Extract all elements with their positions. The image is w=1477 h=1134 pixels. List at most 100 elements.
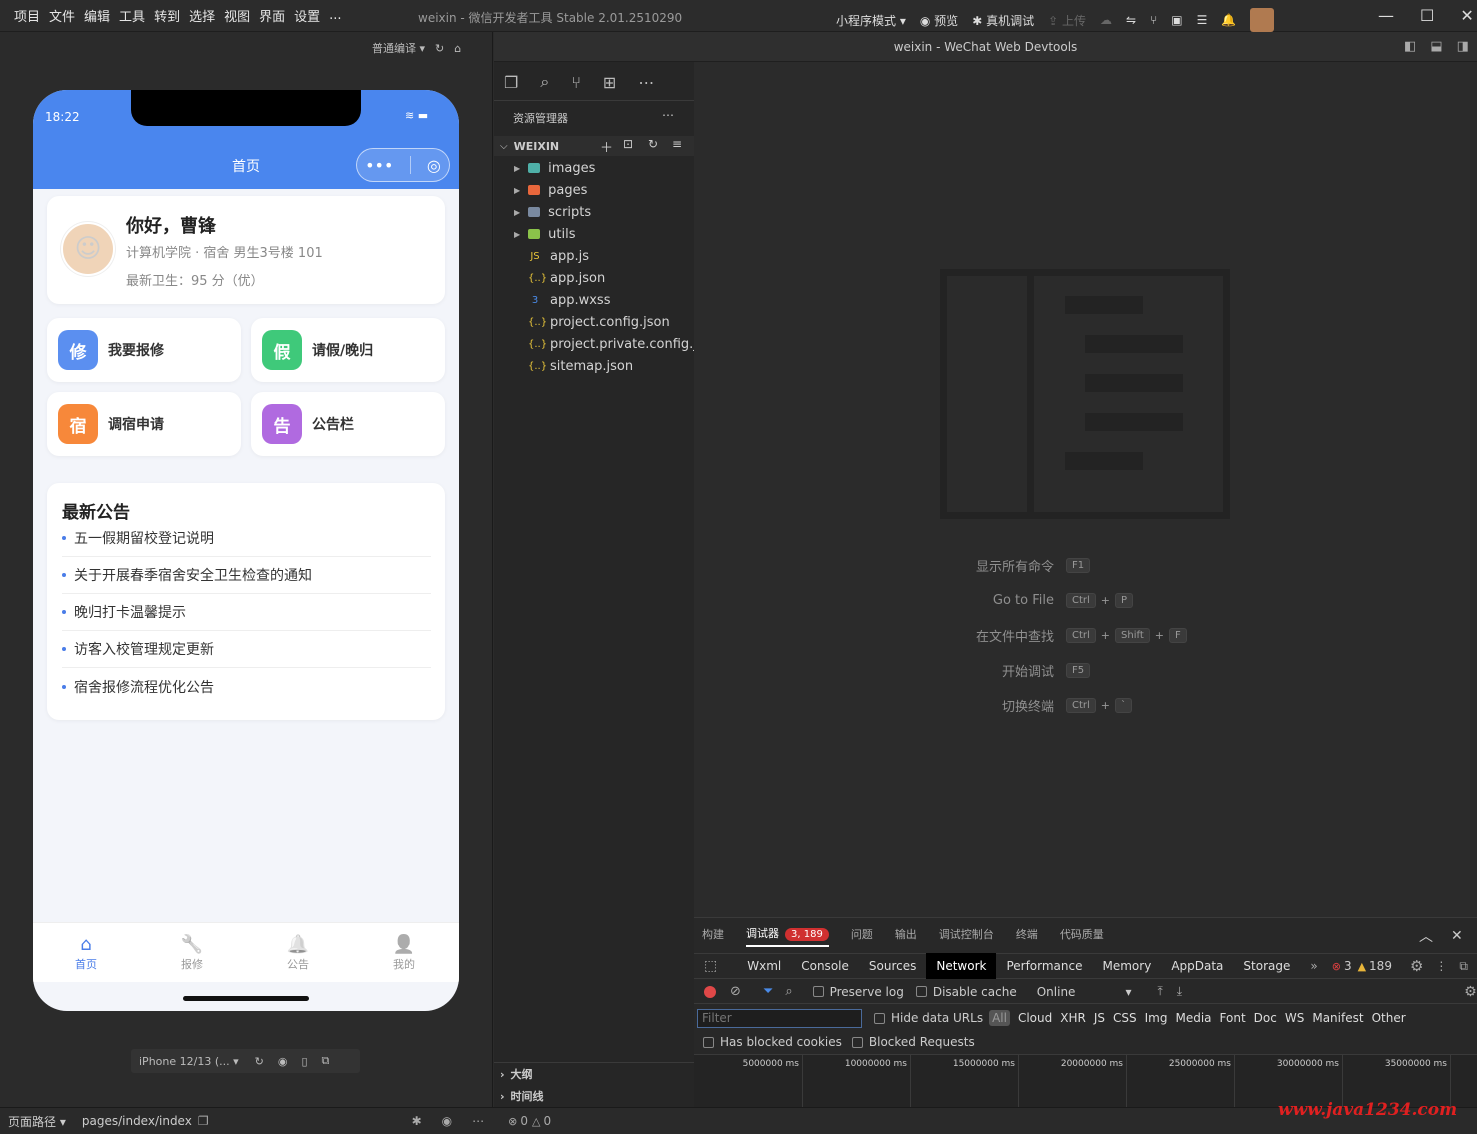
layout-icon[interactable]: ▣ <box>1171 13 1182 27</box>
menu-item[interactable]: 设置 <box>294 6 320 25</box>
quick-action-card[interactable]: 宿调宿申请 <box>47 392 241 456</box>
error-count[interactable]: 3 <box>1344 959 1352 973</box>
tab-notice[interactable]: 🔔 公告 <box>245 934 351 972</box>
files-icon[interactable]: ❐ <box>504 73 518 92</box>
collapse-all-icon[interactable]: ≡ <box>672 137 682 151</box>
eye-icon[interactable]: ◉ <box>442 1114 452 1128</box>
device-dropdown[interactable]: iPhone 12/13 (... ▾ <box>139 1055 239 1068</box>
rotate-icon[interactable]: ↻ <box>255 1055 264 1068</box>
clear-cache-icon[interactable]: ⌂ <box>454 42 461 55</box>
minimize-icon[interactable]: — <box>1378 6 1394 25</box>
type-filter-manifest[interactable]: Manifest <box>1312 1011 1363 1025</box>
quick-action-card[interactable]: 假请假/晚归 <box>251 318 445 382</box>
notice-item[interactable]: 访客入校管理规定更新 <box>62 631 431 668</box>
quick-action-card[interactable]: 告公告栏 <box>251 392 445 456</box>
toggle-right-icon[interactable]: ◨ <box>1457 39 1469 54</box>
status-warning-count[interactable]: 0 <box>543 1114 551 1128</box>
more-dots-icon[interactable]: ••• <box>365 156 393 175</box>
phone-icon[interactable]: ▯ <box>301 1055 307 1068</box>
explorer-more-icon[interactable]: ⋯ <box>662 108 674 122</box>
toggle-sidebar-icon[interactable]: ◧ <box>1404 39 1416 54</box>
filter-input[interactable] <box>697 1008 862 1028</box>
record-icon[interactable]: ◉ <box>278 1055 288 1068</box>
devtools-top-tab[interactable]: 调试控制台 <box>939 926 994 946</box>
menu-item[interactable]: 编辑 <box>84 6 110 25</box>
tab-home[interactable]: ⌂ 首页 <box>33 934 139 972</box>
panel-tab-network[interactable]: Network <box>926 953 997 979</box>
type-filter-cloud[interactable]: Cloud <box>1018 1011 1052 1025</box>
inspect-icon[interactable]: ⬚ <box>704 958 717 974</box>
folder-item[interactable]: ▶ utils <box>494 223 694 245</box>
menu-item[interactable]: 项目 <box>14 6 40 25</box>
panel-tab-memory[interactable]: Memory <box>1093 953 1162 979</box>
type-filter-ws[interactable]: WS <box>1285 1011 1304 1025</box>
menu-item[interactable]: 转到 <box>154 6 180 25</box>
file-item[interactable]: {..} app.json <box>494 267 694 289</box>
window-icon[interactable]: ⧉ <box>322 1054 330 1068</box>
notice-item[interactable]: 宿舍报修流程优化公告 <box>62 668 431 705</box>
mode-dropdown[interactable]: 小程序模式 ▾ <box>836 12 906 29</box>
devtools-top-tab[interactable]: 输出 <box>895 926 917 946</box>
settings-gear-icon[interactable]: ⚙ <box>1410 957 1423 975</box>
panel-tab-sources[interactable]: Sources <box>859 953 926 979</box>
has-blocked-cookies-checkbox[interactable] <box>703 1036 714 1048</box>
menu-item[interactable]: ... <box>329 8 341 23</box>
warning-count[interactable]: 189 <box>1369 959 1392 973</box>
folder-item[interactable]: ▶ pages <box>494 179 694 201</box>
workspace-root[interactable]: WEIXIN <box>514 140 560 153</box>
panel-tab-console[interactable]: Console <box>791 953 859 979</box>
type-filter-xhr[interactable]: XHR <box>1060 1011 1086 1025</box>
copy-icon[interactable]: ❐ <box>198 1114 209 1128</box>
file-item[interactable]: 3 app.wxss <box>494 289 694 311</box>
search-icon[interactable]: ⌕ <box>540 72 549 92</box>
status-error-count[interactable]: 0 <box>520 1114 528 1128</box>
branch-icon[interactable]: ⑂ <box>1150 13 1157 27</box>
cloud-icon[interactable]: ☁ <box>1100 13 1112 27</box>
preserve-log-checkbox[interactable] <box>812 986 824 997</box>
export-har-icon[interactable]: ⤓ <box>1177 984 1182 999</box>
kebab-icon[interactable]: ⋮ <box>1435 959 1447 973</box>
devtools-top-tab[interactable]: 问题 <box>851 926 873 946</box>
disable-cache-checkbox[interactable] <box>915 986 927 997</box>
folder-item[interactable]: ▶ images <box>494 157 694 179</box>
chevron-down-icon[interactable]: ⌵ <box>500 141 508 152</box>
menu-item[interactable]: 选择 <box>189 6 215 25</box>
type-filter-doc[interactable]: Doc <box>1254 1011 1277 1025</box>
more-tabs-icon[interactable]: » <box>1310 959 1317 973</box>
type-filter-media[interactable]: Media <box>1175 1011 1211 1025</box>
menu-item[interactable]: 界面 <box>259 6 285 25</box>
upload-button[interactable]: ⇪ 上传 <box>1048 12 1086 29</box>
clear-icon[interactable]: ⊘ <box>730 984 741 999</box>
notice-item[interactable]: 五一假期留校登记说明 <box>62 520 431 557</box>
refresh-icon[interactable]: ↻ <box>435 42 444 55</box>
panel-tab-performance[interactable]: Performance <box>996 953 1092 979</box>
devtools-top-tab[interactable]: 终端 <box>1016 926 1038 946</box>
throttle-dropdown[interactable]: Online ▾ <box>1037 985 1132 999</box>
devtools-top-tab[interactable]: 调试器 3, 189 <box>746 925 829 947</box>
menu-icon[interactable]: ☰ <box>1197 13 1208 27</box>
close-panel-icon[interactable]: ✕ <box>1451 928 1463 944</box>
blocked-requests-checkbox[interactable] <box>851 1036 863 1048</box>
import-har-icon[interactable]: ⤒ <box>1157 984 1162 999</box>
type-filter-img[interactable]: Img <box>1145 1011 1168 1025</box>
tab-repair[interactable]: 🔧 报修 <box>139 934 245 972</box>
menu-item[interactable]: 文件 <box>49 6 75 25</box>
real-debug-button[interactable]: ✱ 真机调试 <box>972 12 1034 29</box>
extensions-icon[interactable]: ⊞ <box>603 73 616 92</box>
bell-icon[interactable]: 🔔 <box>1221 13 1236 27</box>
notice-item[interactable]: 晚归打卡温馨提示 <box>62 594 431 631</box>
file-item[interactable]: {..}project.private.config.js... <box>494 333 694 355</box>
timeline-header[interactable]: › 时间线 <box>494 1085 694 1107</box>
file-item[interactable]: JS app.js <box>494 245 694 267</box>
search-network-icon[interactable]: ⌕ <box>785 984 792 999</box>
switch-icon[interactable]: ⇋ <box>1126 13 1136 27</box>
debug-icon[interactable]: ✱ <box>412 1114 422 1128</box>
refresh-explorer-icon[interactable]: ↻ <box>648 137 658 151</box>
hide-data-urls-checkbox[interactable] <box>874 1012 885 1024</box>
type-filter-js[interactable]: JS <box>1094 1011 1105 1025</box>
user-avatar[interactable] <box>1250 8 1275 32</box>
source-control-icon[interactable]: ⑂ <box>571 73 581 92</box>
avatar[interactable]: ☺ <box>61 222 115 276</box>
outline-header[interactable]: › 大纲 <box>494 1063 694 1085</box>
record-network-button[interactable] <box>704 985 716 998</box>
